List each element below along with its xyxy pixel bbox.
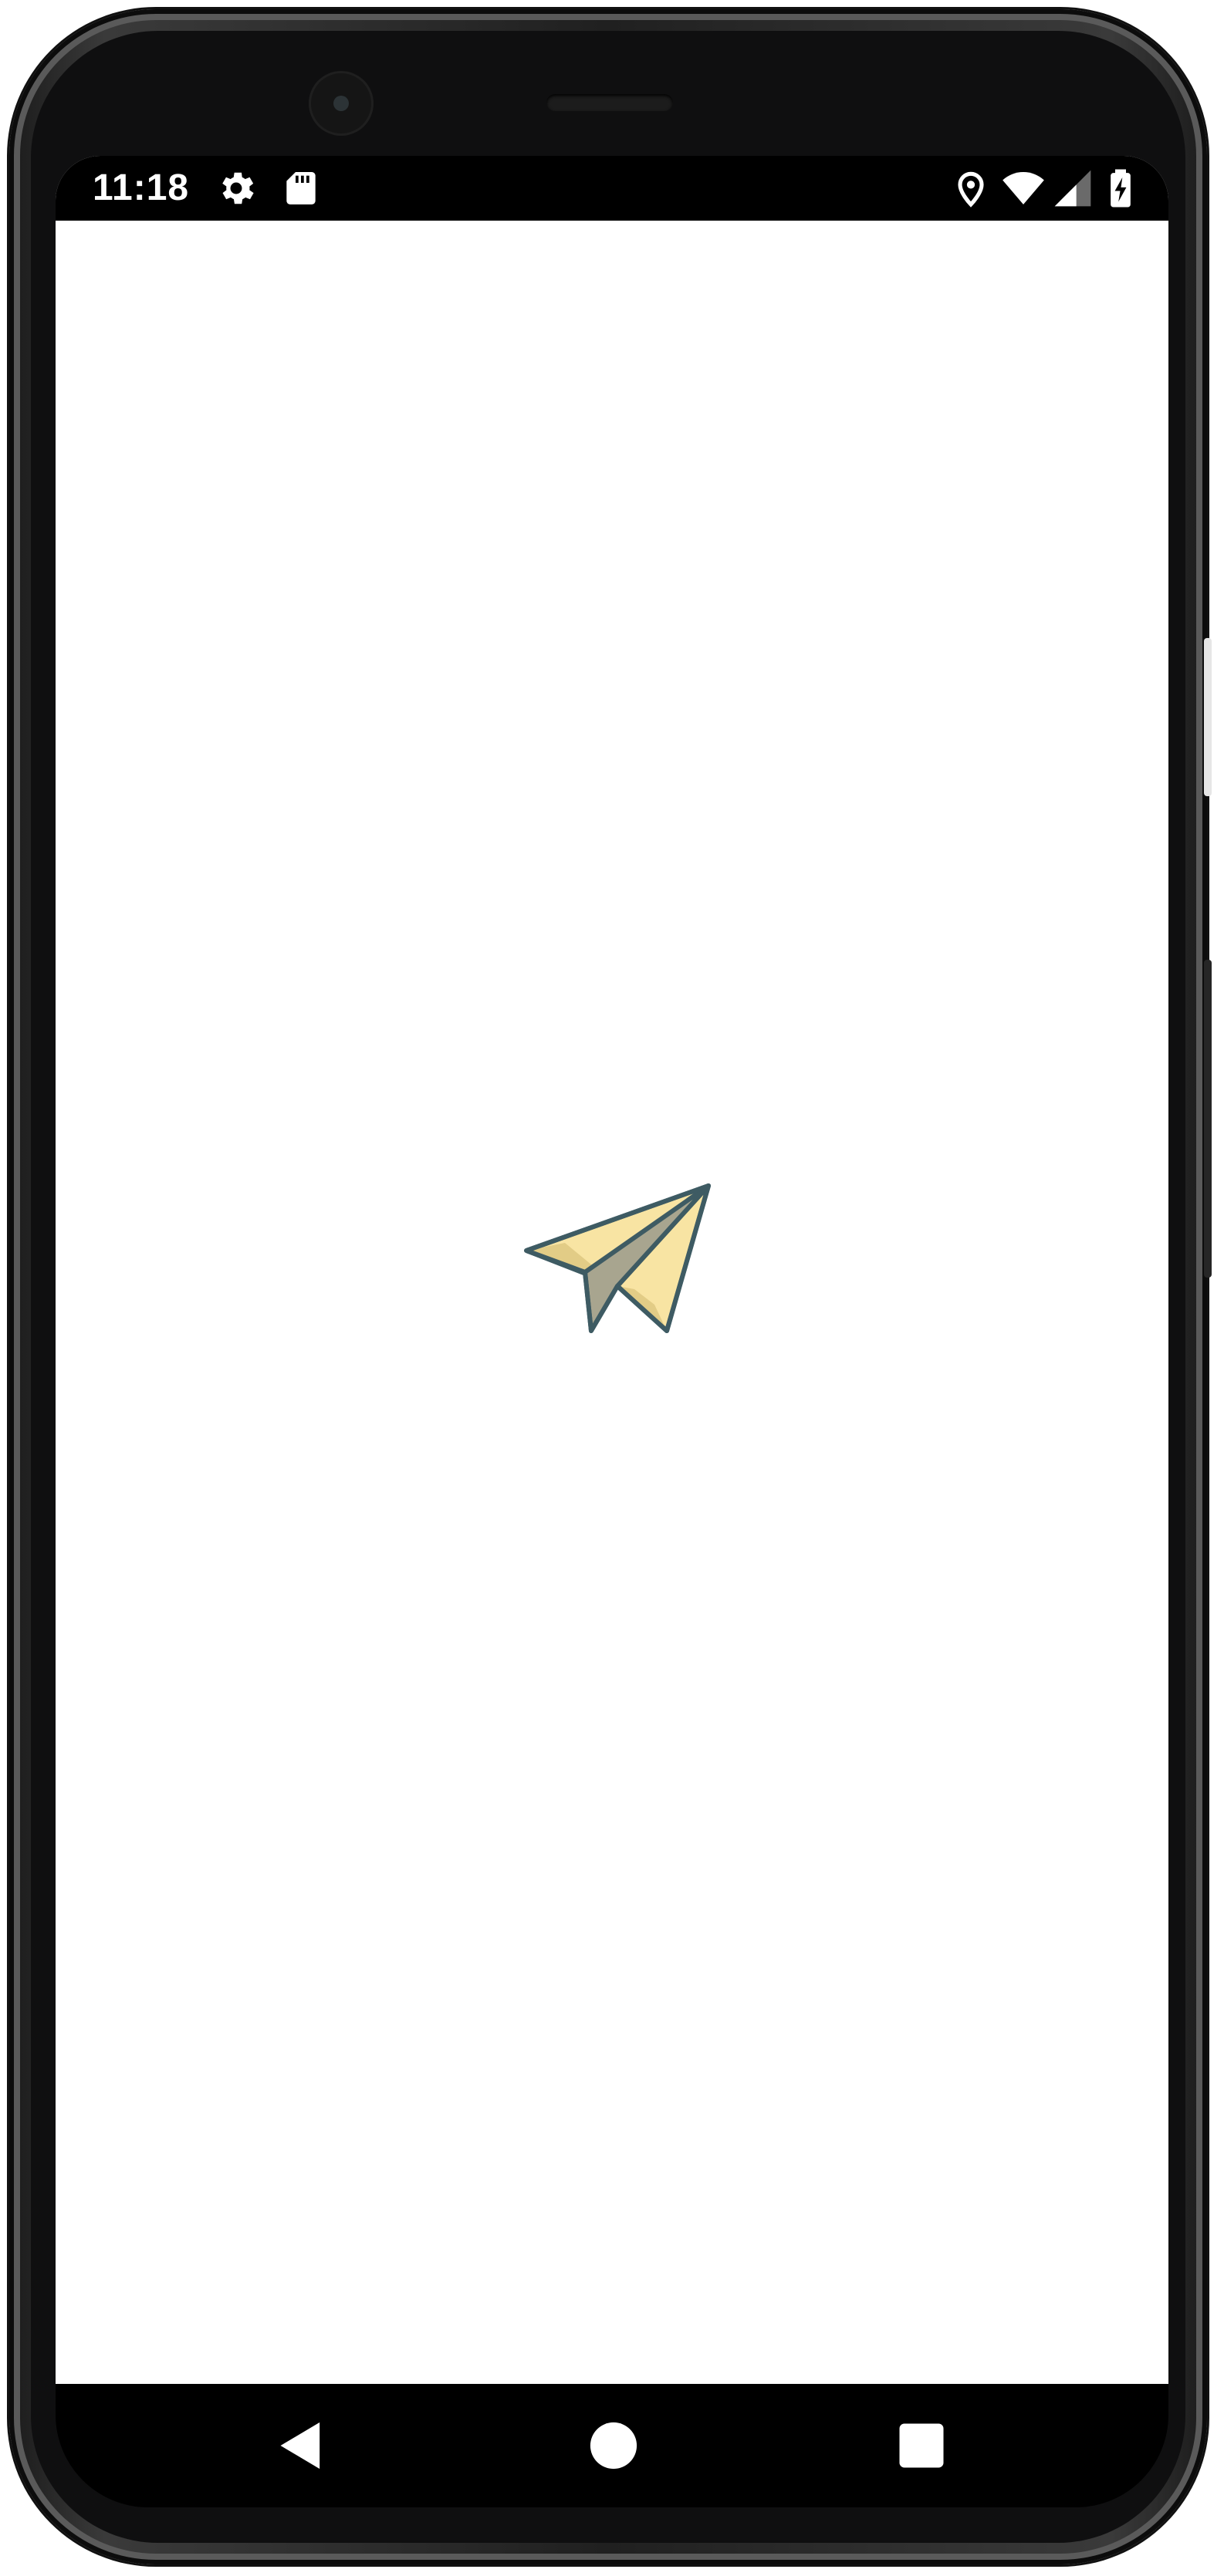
recents-icon[interactable] [892, 2416, 951, 2475]
paper-plane-icon [519, 1181, 716, 1351]
settings-gear-icon [215, 167, 258, 210]
app-splash-screen [56, 221, 1168, 2384]
navigation-bar [56, 2384, 1168, 2507]
home-icon[interactable] [584, 2416, 643, 2475]
status-time: 11:18 [93, 167, 190, 208]
earpiece-speaker [546, 94, 673, 111]
back-icon[interactable] [273, 2416, 332, 2475]
status-bar: 11:18 [56, 156, 1168, 221]
volume-button [1204, 638, 1212, 796]
location-pin-icon [949, 167, 992, 210]
front-camera [309, 71, 374, 136]
cell-signal-icon [1051, 167, 1094, 210]
battery-charging-icon [1099, 167, 1142, 210]
sd-card-icon [279, 167, 323, 210]
wifi-icon [1002, 167, 1045, 210]
power-button [1204, 960, 1212, 1278]
